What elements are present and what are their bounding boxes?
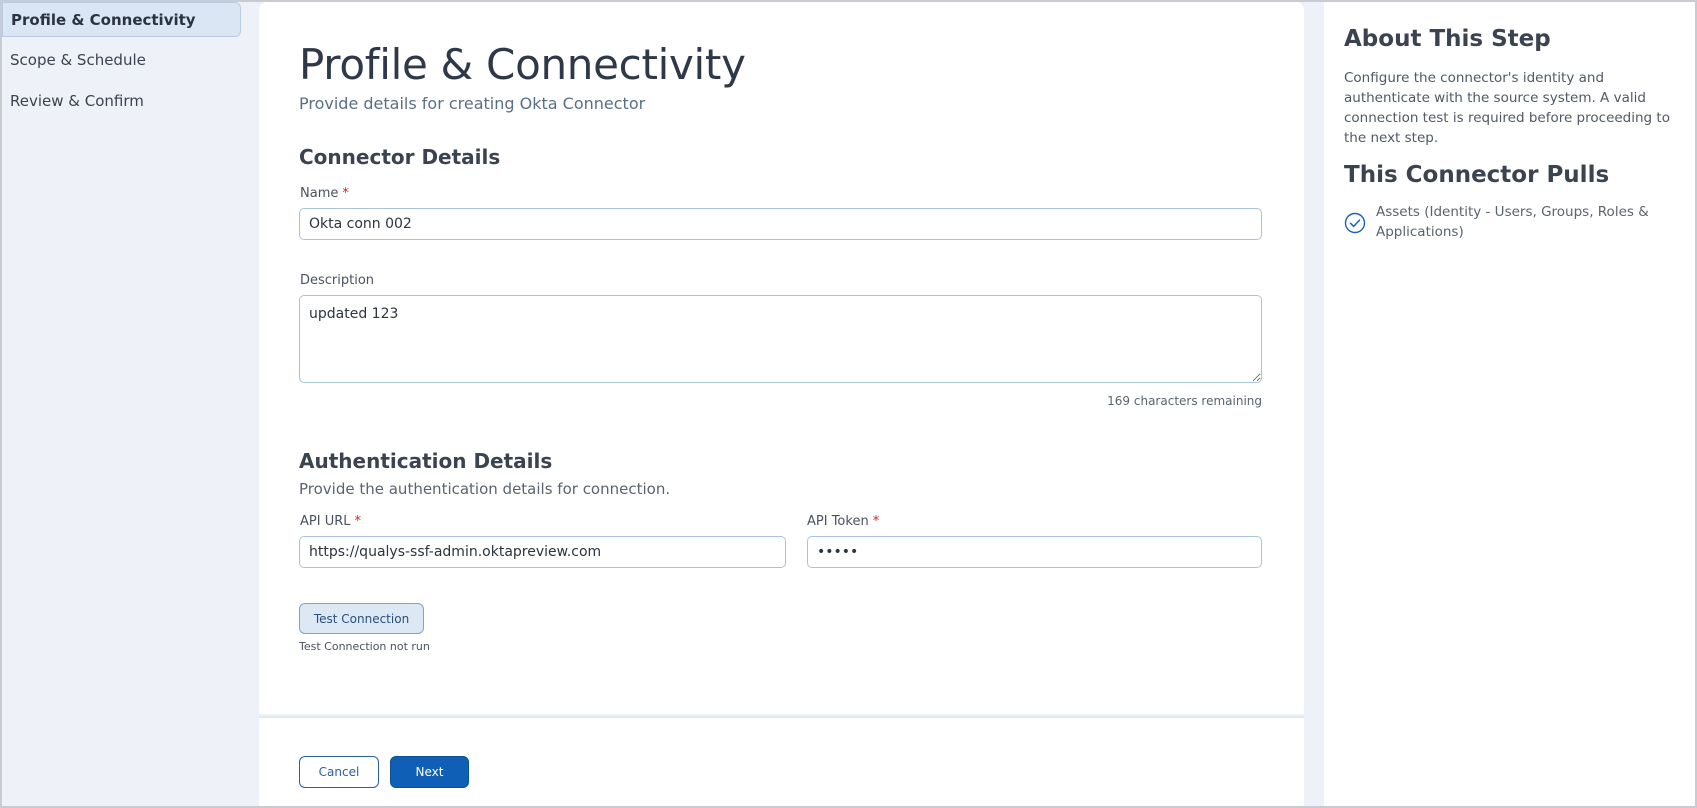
name-label-text: Name (300, 186, 339, 201)
sidebar-item-profile-connectivity[interactable]: Profile & Connectivity (2, 2, 241, 37)
required-marker: * (872, 514, 880, 529)
form-footer: Cancel Next (259, 716, 1304, 806)
authentication-details-heading: Authentication Details (299, 449, 553, 473)
next-button[interactable]: Next (390, 756, 469, 788)
api-url-label-text: API URL (300, 514, 351, 529)
test-connection-status: Test Connection not run (299, 640, 430, 653)
about-step-text: Configure the connector's identity and a… (1344, 70, 1670, 146)
sidebar-item-review-confirm[interactable]: Review & Confirm (2, 83, 241, 118)
page-subtitle: Provide details for creating Okta Connec… (299, 94, 646, 113)
description-char-count: 169 characters remaining (1107, 394, 1262, 408)
api-url-input[interactable] (299, 536, 786, 568)
sidebar-item-label: Profile & Connectivity (11, 10, 196, 29)
required-marker: * (342, 186, 349, 201)
api-url-label: API URL * (300, 514, 361, 529)
sidebar-item-label: Scope & Schedule (10, 50, 146, 69)
info-panel: About This Step Configure the connector'… (1324, 2, 1695, 806)
wizard-sidebar: Profile & Connectivity Scope & Schedule … (2, 2, 241, 806)
api-token-label-text: API Token (807, 514, 869, 529)
connector-pulls-heading: This Connector Pulls (1344, 162, 1610, 188)
api-token-input[interactable] (807, 536, 1262, 568)
authentication-details-description: Provide the authentication details for c… (299, 480, 671, 498)
sidebar-item-scope-schedule[interactable]: Scope & Schedule (2, 42, 241, 77)
list-item: Assets (Identity - Users, Groups, Roles … (1344, 202, 1689, 242)
check-circle-icon (1344, 212, 1366, 234)
required-marker: * (354, 514, 362, 529)
pull-item-label: Assets (Identity - Users, Groups, Roles … (1376, 204, 1649, 240)
main-form-panel: Profile & Connectivity Provide details f… (259, 2, 1304, 714)
sidebar-item-label: Review & Confirm (10, 91, 144, 110)
cancel-button[interactable]: Cancel (299, 756, 379, 788)
connector-details-heading: Connector Details (299, 145, 501, 169)
name-input[interactable] (299, 208, 1262, 240)
about-step-heading: About This Step (1344, 26, 1551, 52)
api-token-label: API Token * (807, 514, 879, 529)
description-label-text: Description (300, 273, 375, 288)
description-label: Description (300, 273, 374, 288)
page-title: Profile & Connectivity (299, 40, 746, 89)
test-connection-button[interactable]: Test Connection (299, 603, 424, 634)
description-textarea[interactable]: updated 123 (299, 295, 1262, 383)
name-label: Name * (300, 186, 349, 201)
